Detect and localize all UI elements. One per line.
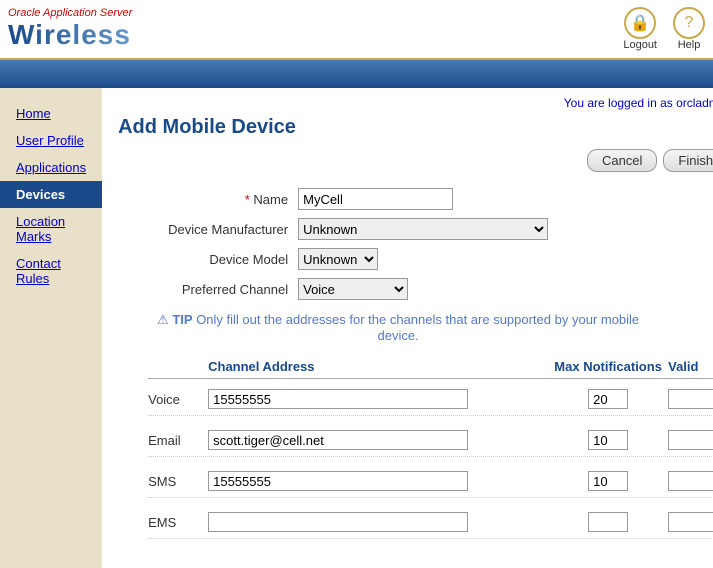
- channel-email-valid-cell: [668, 430, 713, 450]
- sidebar-item-home[interactable]: Home: [0, 100, 102, 127]
- channel-max-header: Max Notifications: [548, 359, 668, 374]
- email-max-input[interactable]: [588, 430, 628, 450]
- cancel-button[interactable]: Cancel: [587, 149, 657, 172]
- device-model-select[interactable]: Unknown Model A Model B: [298, 248, 378, 270]
- help-label: Help: [678, 39, 701, 51]
- channel-email-address-cell: [208, 430, 548, 450]
- email-valid-input[interactable]: [668, 430, 713, 450]
- wireless-logo: Wireless: [8, 19, 132, 51]
- channel-ems-address-cell: [208, 512, 548, 532]
- channel-voice-address-cell: [208, 389, 548, 409]
- channel-voice-max-cell: [548, 389, 668, 409]
- voice-address-input[interactable]: [208, 389, 468, 409]
- finish-button[interactable]: Finish: [663, 149, 713, 172]
- channel-row-voice: Voice: [148, 383, 713, 416]
- logout-label: Logout: [623, 39, 657, 51]
- logo: Oracle Application Server Wireless: [8, 7, 132, 51]
- page-title: Add Mobile Device: [118, 116, 713, 139]
- channel-voice-valid-cell: [668, 389, 713, 409]
- sidebar-item-devices[interactable]: Devices: [0, 181, 102, 208]
- device-model-row: Device Model Unknown Model A Model B: [118, 248, 713, 270]
- channel-ems-label: EMS: [148, 515, 208, 530]
- tip-row: ⚠ TIP Only fill out the addresses for th…: [148, 312, 648, 343]
- voice-valid-input[interactable]: [668, 389, 713, 409]
- preferred-channel-select[interactable]: Voice Email SMS EMS: [298, 278, 408, 300]
- oracle-text: Oracle Application Server: [8, 7, 132, 19]
- sms-address-input[interactable]: [208, 471, 468, 491]
- voice-max-input[interactable]: [588, 389, 628, 409]
- tip-icon: ⚠: [157, 312, 172, 327]
- email-address-input[interactable]: [208, 430, 468, 450]
- header: Oracle Application Server Wireless 🔒 Log…: [0, 0, 713, 60]
- preferred-channel-label: Preferred Channel: [118, 282, 298, 297]
- device-manufacturer-label: Device Manufacturer: [118, 222, 298, 237]
- header-actions: 🔒 Logout ? Help: [623, 7, 705, 51]
- wireless-text: Wireless: [8, 19, 131, 50]
- channel-table-header: Channel Address Max Notifications Valid: [148, 359, 713, 379]
- device-model-label: Device Model: [118, 252, 298, 267]
- channel-email-max-cell: [548, 430, 668, 450]
- channel-address-header: Channel Address: [208, 359, 548, 374]
- channel-sms-max-cell: [548, 471, 668, 491]
- tip-label: TIP: [172, 312, 192, 327]
- ems-valid-input[interactable]: [668, 512, 713, 532]
- logged-in-bar: You are logged in as orcladmin: [118, 96, 713, 110]
- sms-max-input[interactable]: [588, 471, 628, 491]
- nav-bar: [0, 60, 713, 88]
- channel-table: Channel Address Max Notifications Valid …: [148, 359, 713, 539]
- name-row: * Name: [118, 188, 713, 210]
- channel-sms-valid-cell: [668, 471, 713, 491]
- sidebar-item-contact-rules[interactable]: Contact Rules: [0, 250, 102, 292]
- channel-sms-label: SMS: [148, 474, 208, 489]
- sidebar-item-location-marks[interactable]: Location Marks: [0, 208, 102, 250]
- main-layout: Home User Profile Applications Devices L…: [0, 88, 713, 568]
- action-buttons: Cancel Finish: [118, 149, 713, 172]
- content-area: You are logged in as orcladmin Add Mobil…: [102, 88, 713, 568]
- sidebar: Home User Profile Applications Devices L…: [0, 88, 102, 568]
- device-manufacturer-row: Device Manufacturer Unknown Nokia Motoro…: [118, 218, 713, 240]
- channel-ems-valid-cell: [668, 512, 713, 532]
- logout-button[interactable]: 🔒 Logout: [623, 7, 657, 51]
- channel-voice-label: Voice: [148, 392, 208, 407]
- preferred-channel-row: Preferred Channel Voice Email SMS EMS: [118, 278, 713, 300]
- channel-row-sms: SMS: [148, 465, 713, 498]
- channel-row-email: Email: [148, 424, 713, 457]
- ems-address-input[interactable]: [208, 512, 468, 532]
- logout-icon: 🔒: [624, 7, 656, 39]
- channel-valid-header: Valid: [668, 359, 713, 374]
- device-manufacturer-select[interactable]: Unknown Nokia Motorola Samsung: [298, 218, 548, 240]
- channel-ems-max-cell: [548, 512, 668, 532]
- help-button[interactable]: ? Help: [673, 7, 705, 51]
- sms-valid-input[interactable]: [668, 471, 713, 491]
- channel-email-label: Email: [148, 433, 208, 448]
- name-input[interactable]: [298, 188, 453, 210]
- name-label: * Name: [118, 192, 298, 207]
- help-icon: ?: [673, 7, 705, 39]
- channel-sms-address-cell: [208, 471, 548, 491]
- sidebar-item-applications[interactable]: Applications: [0, 154, 102, 181]
- channel-row-ems: EMS: [148, 506, 713, 539]
- sidebar-item-user-profile[interactable]: User Profile: [0, 127, 102, 154]
- tip-text: Only fill out the addresses for the chan…: [196, 312, 639, 343]
- ems-max-input[interactable]: [588, 512, 628, 532]
